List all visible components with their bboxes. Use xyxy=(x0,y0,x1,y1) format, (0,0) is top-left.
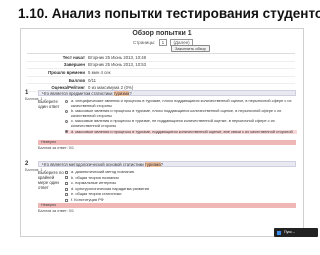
question-1: 1 Баллов: 1 Что является предметом стати… xyxy=(25,90,297,158)
checkbox[interactable] xyxy=(65,176,68,180)
option-text: массовые явления и процессы в туризме, п… xyxy=(71,108,282,118)
option-letter: e. xyxy=(71,191,75,197)
checkbox[interactable] xyxy=(65,193,68,197)
question-text-part: Что является предметом статистики xyxy=(42,91,114,96)
summary-label: Прошло времени xyxy=(48,69,85,75)
question-text: Что является методологической основой ст… xyxy=(38,161,296,167)
summary-row: Завершен Вторник 25 Июнь 2013, 10:53 xyxy=(27,62,295,70)
answer-prompt: Выберите один ответ xyxy=(38,99,60,109)
question-text: Что является предметом статистики туризм… xyxy=(38,90,296,96)
radio-button[interactable] xyxy=(65,99,68,103)
question-score: Баллов за ответ: 0/1 xyxy=(38,146,75,150)
highlighted-term: туризма xyxy=(144,162,161,167)
checkbox[interactable] xyxy=(65,187,68,191)
attempt-summary-table: Тест начат Вторник 25 Июнь 2013, 10:48 З… xyxy=(27,53,295,92)
slide-title: 1.10. Анализ попытки тестирования студен… xyxy=(18,6,320,21)
review-title: Обзор попытки 1 xyxy=(132,30,192,37)
option-text: диалектический метод познания xyxy=(75,169,134,174)
answer-option[interactable]: c. массовые явления и процессы в туризме… xyxy=(65,119,297,128)
summary-value: Вторник 25 Июнь 2013, 10:53 xyxy=(88,62,147,68)
question-score: Баллов за ответ: 0/1 xyxy=(38,209,75,213)
answer-option-selected[interactable]: d. массовые явления и процессы в туризме… xyxy=(65,128,297,135)
option-text: общая теория познания xyxy=(75,174,119,180)
answer-option[interactable]: a. специфические явления и процессы в ту… xyxy=(65,98,297,108)
summary-row: Баллов 0/11 xyxy=(27,77,295,85)
highlighted-term: туризма xyxy=(113,91,130,96)
option-letter: c. xyxy=(71,180,75,186)
summary-label: Завершен xyxy=(63,62,85,68)
checkbox[interactable] xyxy=(65,181,68,185)
question-text-part: ? xyxy=(129,91,132,96)
summary-label: Тест начат xyxy=(62,54,85,60)
summary-row: Тест начат Вторник 25 Июнь 2013, 10:48 xyxy=(27,54,295,62)
question-2: 2 Баллов: 1 Что является методологическо… xyxy=(25,161,297,235)
taskbar-start-button[interactable]: Пуск – Стандартные сервисы xyxy=(274,228,318,252)
summary-label: Баллов xyxy=(68,77,85,83)
option-letter: a. xyxy=(71,169,75,174)
answer-option[interactable]: f. Конституция РФ xyxy=(65,196,297,203)
question-number: 1 xyxy=(25,90,29,96)
option-text: культурологическая парадигма развития xyxy=(75,185,150,191)
question-text-part: Что является методологической основой ст… xyxy=(42,162,145,167)
summary-value: 5 мин 4 сек xyxy=(88,69,111,75)
answer-options: a. специфические явления и процессы в ту… xyxy=(65,98,297,135)
option-letter: f. xyxy=(71,196,74,202)
windows-logo-icon xyxy=(277,230,281,235)
answer-option[interactable]: b. массовые явления и процессы в туризме… xyxy=(65,108,297,118)
radio-button-checked[interactable] xyxy=(65,130,68,134)
option-text: массовые явления и процессы в туризме, п… xyxy=(75,128,293,134)
option-letter: b. xyxy=(71,174,75,180)
option-text: массовые явления и процессы в туризме, н… xyxy=(71,118,275,128)
pages-label: Страницы: xyxy=(133,40,156,45)
feedback-incorrect: Неверно xyxy=(38,203,296,208)
option-text: специфические явления и процессы в туриз… xyxy=(71,98,292,108)
answer-prompt: Выберите по крайней мере один ответ xyxy=(38,170,64,190)
checkbox[interactable] xyxy=(65,198,68,202)
question-number: 2 xyxy=(25,161,29,167)
question-text-part: ? xyxy=(160,162,164,167)
summary-value: Вторник 25 Июнь 2013, 10:48 xyxy=(88,54,147,60)
option-text: общая теория статистики xyxy=(75,191,122,197)
summary-value: 0/11 xyxy=(88,77,97,83)
quiz-review-panel: Обзор попытки 1 Страницы: 1 (Далее) Зако… xyxy=(20,28,304,237)
option-letter: d. xyxy=(71,128,75,134)
option-text: нормальные интересы xyxy=(75,180,117,186)
taskbar-label: Пуск – Стандартные сервисы xyxy=(284,230,307,252)
answer-options: a. диалектический метод познания b. обща… xyxy=(65,169,297,204)
option-text: Конституция РФ xyxy=(74,196,104,202)
radio-button[interactable] xyxy=(65,120,68,124)
summary-row: Прошло времени 5 мин 4 сек xyxy=(27,69,295,77)
page-1-link[interactable]: 1 xyxy=(158,39,168,46)
feedback-incorrect: Неверно xyxy=(38,140,296,145)
checkbox[interactable] xyxy=(65,170,68,174)
radio-button[interactable] xyxy=(65,109,68,113)
finish-review-button[interactable]: Закончить обзор xyxy=(171,45,210,52)
option-letter: d. xyxy=(71,185,75,191)
